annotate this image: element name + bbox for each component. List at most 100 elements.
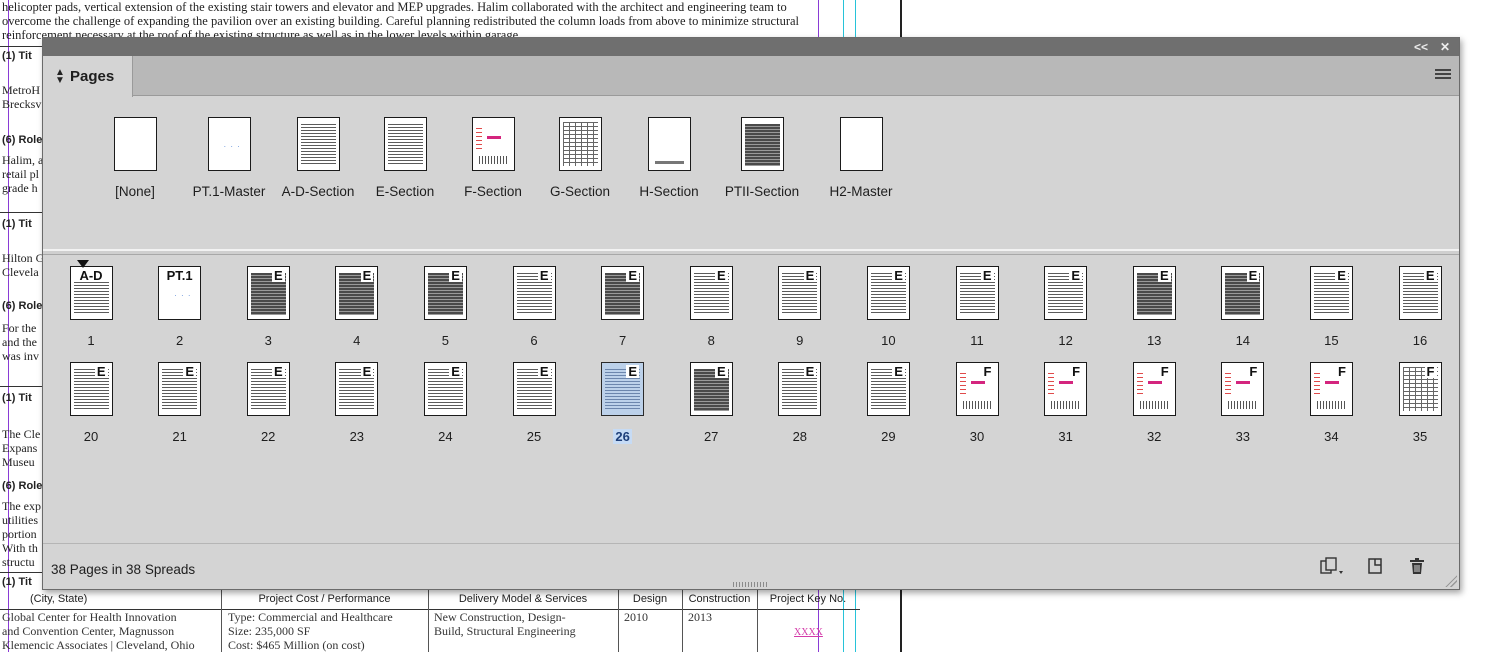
page-thumbnail[interactable]: E (423, 266, 467, 320)
masters-pages-divider[interactable] (43, 249, 1459, 255)
page-thumbnail[interactable]: E (1398, 266, 1442, 320)
page-thumbnail[interactable]: E (423, 362, 467, 416)
master-page-item[interactable]: · · · PT.1-Master (179, 117, 279, 199)
master-page-item[interactable]: E-Section (355, 117, 455, 199)
page-thumbnail[interactable]: F (1309, 362, 1353, 416)
page-item[interactable]: E 20 (61, 362, 121, 446)
page-item[interactable]: E 21 (150, 362, 210, 446)
page-thumbnail[interactable]: E (1044, 266, 1088, 320)
page-item[interactable]: E 22 (238, 362, 298, 446)
page-thumbnail[interactable]: F (1132, 362, 1176, 416)
master-page-thumbnail[interactable]: · · · (207, 117, 251, 171)
page-thumbnail[interactable]: E (246, 266, 290, 320)
page-item[interactable]: E 15 (1301, 266, 1361, 350)
page-item[interactable]: F 30 (947, 362, 1007, 446)
master-page-item[interactable]: A-D-Section (268, 117, 368, 199)
page-item[interactable]: E 10 (858, 266, 918, 350)
page-item[interactable]: E 24 (415, 362, 475, 446)
page-item[interactable]: F 31 (1036, 362, 1096, 446)
master-page-thumbnail[interactable] (558, 117, 602, 171)
page-item[interactable]: A-D 1 (61, 260, 121, 350)
page-item[interactable]: F 32 (1124, 362, 1184, 446)
master-page-thumbnail[interactable] (839, 117, 883, 171)
panel-titlebar[interactable]: << ✕ (43, 38, 1459, 56)
master-page-item[interactable]: F-Section (443, 117, 543, 199)
edit-page-size-icon[interactable] (1319, 556, 1343, 576)
page-thumbnail[interactable]: E (866, 266, 910, 320)
master-page-thumbnail[interactable] (383, 117, 427, 171)
page-thumbnail[interactable]: E (866, 362, 910, 416)
page-item[interactable]: · · · PT.1 2 (150, 266, 210, 350)
collapse-panel-button[interactable]: << (1413, 39, 1429, 55)
page-item[interactable]: E3 (238, 266, 298, 350)
table-cell-design: 2010 (624, 610, 648, 624)
resize-grip[interactable] (733, 582, 767, 587)
page-thumbnail[interactable]: E (246, 362, 290, 416)
master-page-item[interactable]: H-Section (619, 117, 719, 199)
page-thumbnail[interactable]: E (335, 362, 379, 416)
master-page-thumbnail[interactable] (740, 117, 784, 171)
page-thumbnail[interactable]: E (601, 266, 645, 320)
page-thumbnail[interactable]: E (1309, 266, 1353, 320)
page-item[interactable]: E9 (770, 266, 830, 350)
page-thumbnail[interactable]: E (1221, 266, 1265, 320)
page-item[interactable]: F 33 (1213, 362, 1273, 446)
panel-resize-handle[interactable] (1445, 575, 1457, 587)
page-thumbnail[interactable]: F (1044, 362, 1088, 416)
page-item[interactable]: E 25 (504, 362, 564, 446)
page-thumbnail[interactable]: E (601, 362, 645, 416)
page-thumbnail[interactable]: E (335, 266, 379, 320)
page-item[interactable]: F 34 (1301, 362, 1361, 446)
close-panel-button[interactable]: ✕ (1437, 39, 1453, 55)
page-thumbnail[interactable]: E (778, 266, 822, 320)
page-thumbnail[interactable]: E (158, 362, 202, 416)
page-item[interactable]: E 13 (1124, 266, 1184, 350)
master-page-thumbnail[interactable] (113, 117, 157, 171)
page-thumbnail[interactable]: E (778, 362, 822, 416)
page-thumbnail[interactable]: E (689, 266, 733, 320)
page-item[interactable]: E7 (593, 266, 653, 350)
table-column-rule (618, 590, 619, 652)
page-item[interactable]: E 27 (681, 362, 741, 446)
new-page-icon[interactable] (1365, 556, 1387, 576)
master-page-thumbnail[interactable] (647, 117, 691, 171)
page-item[interactable]: E5 (415, 266, 475, 350)
master-page-item[interactable]: G-Section (530, 117, 630, 199)
page-item[interactable]: E 16 (1390, 266, 1450, 350)
rule-line (0, 386, 42, 387)
master-page-item[interactable]: H2-Master (811, 117, 911, 199)
page-item[interactable]: E 12 (1036, 266, 1096, 350)
page-thumbnail[interactable]: · · · PT.1 (158, 266, 202, 320)
page-item[interactable]: E 26 (593, 362, 653, 446)
page-thumbnail[interactable]: F (955, 362, 999, 416)
master-page-item[interactable]: [None] (85, 117, 185, 199)
page-item[interactable]: E 23 (327, 362, 387, 446)
page-thumbnail[interactable]: E (1132, 266, 1176, 320)
page-thumbnail[interactable]: E (512, 266, 556, 320)
master-page-thumbnail[interactable] (296, 117, 340, 171)
page-item[interactable]: E6 (504, 266, 564, 350)
page-item[interactable]: E 28 (770, 362, 830, 446)
page-thumbnail[interactable]: E (955, 266, 999, 320)
page-number-label: 4 (353, 333, 361, 348)
page-item[interactable]: E8 (681, 266, 741, 350)
page-item[interactable]: E4 (327, 266, 387, 350)
page-thumbnail[interactable]: F (1398, 362, 1442, 416)
page-content-preview (1316, 401, 1346, 409)
page-item[interactable]: E 29 (858, 362, 918, 446)
page-thumbnail[interactable]: E (69, 362, 113, 416)
panel-menu-icon[interactable] (1435, 69, 1451, 81)
delete-page-icon[interactable] (1407, 556, 1429, 576)
tab-pages[interactable]: ▲ ▼ Pages (43, 56, 133, 97)
page-thumbnail[interactable]: E (512, 362, 556, 416)
page-thumbnail[interactable]: E (689, 362, 733, 416)
applied-master-label: E (892, 364, 905, 379)
page-thumbnail[interactable]: F (1221, 362, 1265, 416)
document-text-line: helicopter pads, vertical extension of t… (2, 0, 787, 14)
page-item[interactable]: E 11 (947, 266, 1007, 350)
page-item[interactable]: E 14 (1213, 266, 1273, 350)
page-item[interactable]: F 35 (1390, 362, 1450, 446)
master-page-item[interactable]: PTII-Section (712, 117, 812, 199)
master-page-thumbnail[interactable] (471, 117, 515, 171)
page-thumbnail[interactable]: A-D (69, 266, 113, 320)
